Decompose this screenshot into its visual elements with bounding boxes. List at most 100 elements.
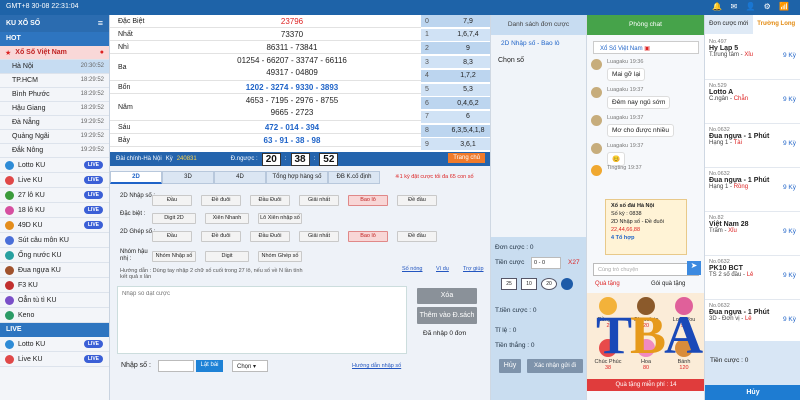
- card-combos: 4 Tổ hợp: [611, 235, 635, 241]
- bet-option-button[interactable]: Đề đuôi: [201, 195, 241, 206]
- stat-digit: 6: [425, 99, 429, 107]
- sidebar-item-category[interactable]: F3 KU: [0, 278, 109, 293]
- sidebar-item-city[interactable]: Bình Phước 18:29:52: [0, 88, 109, 102]
- gift-tab[interactable]: Quà tặng: [595, 281, 620, 287]
- cancel-button[interactable]: Hủy: [499, 359, 521, 373]
- sidebar-item-city[interactable]: Đắk Nông 19:29:52: [0, 144, 109, 158]
- shared-bet-card[interactable]: Xổ số đài Hà Nội Số kỳ : 0838 2D Nhập số…: [605, 199, 687, 255]
- bet-feed-item[interactable]: No.497 Hy Lạp 5 T.trung tâm - Xỉu 9 Kỳ: [705, 36, 800, 80]
- tab-3[interactable]: Tổng hợp hàng số: [266, 171, 328, 184]
- home-button[interactable]: Trang chủ: [448, 153, 485, 163]
- sidebar-item-category[interactable]: Keno: [0, 308, 109, 323]
- sidebar-item-category[interactable]: 18 lô KU LIVE: [0, 203, 109, 218]
- chat-input[interactable]: Cùng trò chuyện: [593, 263, 699, 276]
- sidebar-item-category[interactable]: Ống nước KU: [0, 248, 109, 263]
- bet-option-button[interactable]: Đề đuôi: [201, 231, 241, 242]
- bet-option-button[interactable]: Đầu: [152, 231, 192, 242]
- bet-option-button[interactable]: Đề đầu: [397, 231, 437, 242]
- star-icon: ★: [5, 49, 12, 57]
- bet-option-button[interactable]: Đầu Đuôi: [250, 195, 290, 206]
- sidebar-item-city[interactable]: TP.HCM 18:29:52: [0, 74, 109, 88]
- chip-10[interactable]: 10: [521, 278, 537, 290]
- free-gift-bar[interactable]: Quà tặng miễn phí : 14: [587, 379, 705, 391]
- bet-option-button[interactable]: Nhóm Ghép số: [258, 251, 302, 262]
- help-link[interactable]: Trợ giúp: [463, 266, 484, 272]
- sidebar: KU XỔ SỐ ≡ HOT ★ Xổ Số Việt Nam ● Hà Nội 2…: [0, 15, 110, 400]
- bet-option-button[interactable]: Lô Xiên nhập số: [258, 213, 302, 224]
- bet-option-button[interactable]: Nhóm Nhập số: [152, 251, 196, 262]
- example-link[interactable]: Ví dụ: [436, 266, 449, 272]
- sidebar-item-category[interactable]: Oẳn tù tì KU: [0, 293, 109, 308]
- tab-4[interactable]: ĐB K.cố định: [328, 171, 380, 184]
- chat-room-select[interactable]: Xổ Số Việt Nam ▣: [593, 41, 699, 54]
- sidebar-item-category[interactable]: Live KU LIVE: [0, 352, 109, 367]
- guide-text: Hướng dẫn : Dùng tay nhập 2 chữ số cuối …: [120, 268, 303, 280]
- number-input[interactable]: [158, 360, 194, 372]
- input-guide-link[interactable]: Hướng dẫn nhập số: [352, 363, 401, 369]
- sidebar-item-category[interactable]: Lotto KU LIVE: [0, 158, 109, 173]
- bet-option-button[interactable]: Bao lô: [348, 195, 388, 206]
- city-time: 18:29:52: [80, 105, 104, 111]
- sidebar-item-category[interactable]: Lotto KU LIVE: [0, 337, 109, 352]
- category-icon: [5, 175, 14, 185]
- card-title: Xổ số đài Hà Nội: [611, 203, 655, 209]
- bet-feed-item[interactable]: No.0632 PK10 BCT TS 2 số đầu - Lẻ 9 Kỳ: [705, 256, 800, 300]
- bet-option-button[interactable]: Digit 2D: [152, 213, 196, 224]
- tab-new-bets[interactable]: Đơn cược mới: [705, 15, 753, 34]
- bet-option-button[interactable]: Đề đầu: [397, 195, 437, 206]
- bet-option-button[interactable]: Đầu: [152, 195, 192, 206]
- sidebar-item-city[interactable]: Hậu Giang 18:29:52: [0, 102, 109, 116]
- bet-option-button[interactable]: Đầu Đuôi: [250, 231, 290, 242]
- stake-input[interactable]: 0 - 0: [531, 257, 561, 269]
- choose-select[interactable]: Chọn ▾: [232, 360, 268, 372]
- sidebar-item-category[interactable]: Sút câu môn KU: [0, 233, 109, 248]
- chip-20[interactable]: 20: [541, 278, 557, 290]
- category-icon: [5, 160, 14, 170]
- tab-2[interactable]: 4D: [214, 171, 266, 184]
- clear-button[interactable]: Xóa: [417, 288, 477, 304]
- feed-game: Việt Nam 28: [709, 221, 749, 228]
- prize-numbers: 23796: [280, 17, 304, 26]
- sidebar-item-city[interactable]: Đà Nẵng 19:29:52: [0, 116, 109, 130]
- flip-card-button[interactable]: Lật bài: [196, 360, 223, 372]
- sidebar-item-category[interactable]: Đua ngựa KU: [0, 263, 109, 278]
- chip-25[interactable]: 25: [501, 278, 517, 290]
- gift-pack-tab[interactable]: Gói quà tặng: [651, 281, 685, 287]
- right-cancel-button[interactable]: Hủy: [705, 385, 800, 400]
- bet-list-tab[interactable]: 2D Nhập số - Bao lô: [491, 37, 587, 50]
- bet-option-button[interactable]: Bao lô: [348, 231, 388, 242]
- bet-feed-item[interactable]: No.0632 Đua ngựa - 1 Phút 3D - Đơn vị - Lẻ…: [705, 300, 800, 344]
- hot-numbers-link[interactable]: Số nóng: [402, 266, 423, 272]
- prize-numbers: 9665 - 2723: [270, 108, 314, 117]
- bet-option-button[interactable]: Xiên Nhanh: [205, 213, 249, 224]
- tab-long-streak[interactable]: Trường Long: [752, 15, 800, 34]
- sidebar-item-city[interactable]: Quảng Ngãi 19:29:52: [0, 130, 109, 144]
- bet-list-panel: Danh sách đơn cược 2D Nhập số - Bao lô C…: [490, 15, 587, 400]
- tab-1[interactable]: 3D: [162, 171, 214, 184]
- sidebar-item-category[interactable]: Live KU LIVE: [0, 173, 109, 188]
- bet-feed-item[interactable]: No.0632 Đua ngựa - 1 Phút Hạng 1 - Tài 9 Kỳ: [705, 124, 800, 168]
- sidebar-item-category[interactable]: 49D KU LIVE: [0, 218, 109, 233]
- bet-option-button[interactable]: Giải nhất: [299, 195, 339, 206]
- bet-number-input[interactable]: [122, 291, 402, 349]
- feed-bet-type: TS 2 số đầu -: [709, 272, 747, 278]
- feed-game: Đua ngựa - 1 Phút: [709, 309, 770, 316]
- sidebar-item-category[interactable]: 27 lô KU LIVE: [0, 188, 109, 203]
- close-icon[interactable]: ●: [100, 49, 104, 56]
- menu-icon[interactable]: ≡: [98, 18, 103, 28]
- add-to-list-button[interactable]: Thêm vào Đ.sách: [417, 307, 477, 324]
- chip-more-icon[interactable]: [561, 278, 573, 290]
- top-icons[interactable]: 🔔 ✉ 👤 ⚙ 📶: [712, 2, 792, 11]
- tab-0[interactable]: 2D: [110, 171, 162, 184]
- bet-feed-item[interactable]: No.82 Việt Nam 28 Trăm - Xỉu 9 Kỳ: [705, 212, 800, 256]
- stat-digit: 5: [425, 86, 429, 93]
- confirm-send-button[interactable]: Xác nhận gửi đi: [527, 359, 583, 373]
- city-time: 19:29:52: [80, 147, 104, 153]
- bet-option-button[interactable]: Giải nhất: [299, 231, 339, 242]
- send-icon[interactable]: ➤: [687, 261, 701, 275]
- bet-option-button[interactable]: Digit: [205, 251, 249, 262]
- bet-feed-item[interactable]: No.529 Lotto A C.ngân - Chẵn 9 Kỳ: [705, 80, 800, 124]
- bet-feed-item[interactable]: No.0632 Đua ngựa - 1 Phút Hạng 1 - Rồng 9 K…: [705, 168, 800, 212]
- sidebar-item-xoso-vietnam[interactable]: ★ Xổ Số Việt Nam ●: [0, 46, 109, 60]
- sidebar-item-city[interactable]: Hà Nội 20:30:52: [0, 60, 109, 74]
